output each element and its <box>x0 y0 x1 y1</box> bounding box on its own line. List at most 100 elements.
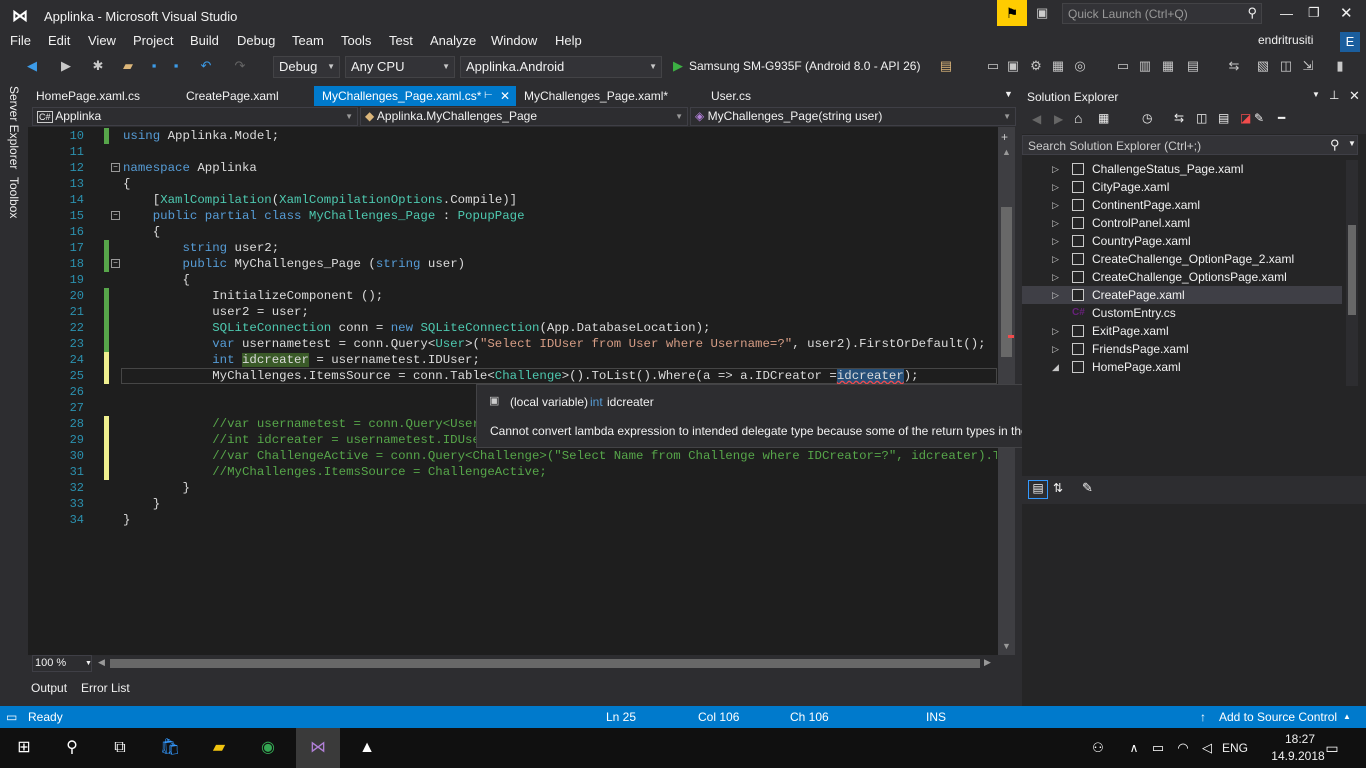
device-manager-icon[interactable]: ▤ <box>938 58 954 74</box>
panel-menu-icon[interactable]: ▼ <box>1312 90 1320 99</box>
code-line-12[interactable]: namespace Applinka <box>123 160 257 176</box>
toolbar-icon-13[interactable]: ⇲ <box>1300 58 1316 74</box>
toolbar-icon-1[interactable]: ▭ <box>985 58 1001 74</box>
feedback-icon[interactable]: ▣ <box>1036 5 1048 21</box>
alphabetical-sort-icon[interactable]: ⇅ <box>1053 481 1063 495</box>
expand-icon[interactable]: ▷ <box>1052 340 1059 358</box>
expand-icon[interactable]: ▷ <box>1052 178 1059 196</box>
collapse-toggle-icon[interactable]: − <box>111 211 120 220</box>
project-nav-select[interactable]: C# Applinka ▼ <box>32 107 358 126</box>
code-line-32[interactable]: } <box>123 480 189 496</box>
solution-search-input[interactable]: Search Solution Explorer (Ctrl+;) ⚲ ▼ <box>1022 135 1358 155</box>
minimize-button[interactable]: — <box>1280 6 1293 21</box>
quick-launch-input[interactable]: Quick Launch (Ctrl+Q) ⚲ <box>1062 3 1262 24</box>
code-line-31[interactable]: //MyChallenges.ItemsSource = ChallengeAc… <box>123 464 547 480</box>
tab-output[interactable]: Output <box>31 681 67 695</box>
close-button[interactable]: ✕ <box>1340 4 1353 22</box>
undo-icon[interactable]: ↶ <box>198 58 214 74</box>
tab-overflow-icon[interactable]: ▼ <box>1004 89 1013 99</box>
home-icon[interactable]: ⌂ <box>1074 110 1082 126</box>
code-line-28[interactable]: //var usernametest = conn.Query<User>( <box>123 416 495 432</box>
new-project-icon[interactable]: ✱ <box>90 58 106 74</box>
startup-project-select[interactable]: Applinka.Android ▼ <box>460 56 662 78</box>
windows-start-icon[interactable]: ⊞ <box>12 736 36 760</box>
tab-error-list[interactable]: Error List <box>81 681 130 695</box>
output-window-icon[interactable]: ▭ <box>6 710 17 724</box>
tree-item-createpage[interactable]: ▷ CreatePage.xaml <box>1022 286 1342 304</box>
tab-createpage-xaml[interactable]: CreatePage.xaml <box>178 86 314 106</box>
code-line-19[interactable]: { <box>123 272 189 288</box>
expand-icon[interactable]: ▷ <box>1052 268 1059 286</box>
split-icon[interactable]: + <box>1001 130 1008 144</box>
code-line-17[interactable]: string user2; <box>123 240 279 256</box>
menu-edit[interactable]: Edit <box>48 33 70 48</box>
tab-homepage-xaml-cs[interactable]: HomePage.xaml.cs <box>28 86 178 106</box>
menu-window[interactable]: Window <box>491 33 537 48</box>
menu-team[interactable]: Team <box>292 33 324 48</box>
task-view-icon[interactable]: ⧉ <box>108 736 132 760</box>
code-line-29[interactable]: //int idcreater = usernametest.IDUser; <box>123 432 495 448</box>
volume-icon[interactable]: ◁ <box>1195 736 1219 760</box>
chrome-icon[interactable]: ◉ <box>256 736 280 760</box>
code-line-30[interactable]: //var ChallengeActive = conn.Query<Chall… <box>123 448 997 464</box>
maximize-button[interactable]: ❐ <box>1308 5 1320 21</box>
show-all-files-icon[interactable]: ▤ <box>1218 111 1229 125</box>
toolbar-icon-4[interactable]: ▦ <box>1050 58 1066 74</box>
menu-file[interactable]: File <box>10 33 31 48</box>
collapse-all-icon[interactable]: ◫ <box>1196 111 1207 125</box>
code-line-25[interactable]: MyChallenges.ItemsSource = conn.Table<Ch… <box>123 368 919 384</box>
tree-item-countrypage[interactable]: ▷ CountryPage.xaml <box>1022 232 1342 250</box>
forward-icon[interactable]: ▶ <box>1054 112 1063 126</box>
expand-icon[interactable]: ▷ <box>1052 214 1059 232</box>
add-to-source-control-button[interactable]: Add to Source Control <box>1219 710 1337 724</box>
toolbar-icon-5[interactable]: ◎ <box>1072 58 1088 74</box>
tree-item-continentpage[interactable]: ▷ ContinentPage.xaml <box>1022 196 1342 214</box>
save-all-icon[interactable]: ▪ <box>168 58 184 74</box>
scroll-up-icon[interactable]: ▲ <box>1002 147 1011 157</box>
tab-server-explorer[interactable]: Server Explorer <box>7 86 21 169</box>
expand-icon[interactable]: ▷ <box>1052 250 1059 268</box>
collapse-toggle-icon[interactable]: − <box>111 259 120 268</box>
back-icon[interactable]: ◀ <box>24 58 40 74</box>
tree-item-citypage[interactable]: ▷ CityPage.xaml <box>1022 178 1342 196</box>
pin-icon[interactable]: ⊥ <box>1329 88 1339 102</box>
people-icon[interactable]: ⚇ <box>1086 736 1110 760</box>
code-line-10[interactable]: using Applinka.Model; <box>123 128 279 144</box>
chevron-up-icon[interactable]: ▲ <box>1343 712 1351 721</box>
member-nav-select[interactable]: ◈ MyChallenges_Page(string user) ▼ <box>690 107 1016 126</box>
collapse-toggle-icon[interactable]: − <box>111 163 120 172</box>
battery-icon[interactable]: ▭ <box>1146 736 1170 760</box>
tree-item-createchallenge-optionspage[interactable]: ▷ CreateChallenge_OptionsPage.xaml <box>1022 268 1342 286</box>
expand-icon[interactable]: ▷ <box>1052 322 1059 340</box>
code-line-33[interactable]: } <box>123 496 160 512</box>
visual-studio-taskbar-icon[interactable]: ⋈ <box>296 728 340 768</box>
toolbar-icon-6[interactable]: ▭ <box>1115 58 1131 74</box>
pin-icon[interactable]: ⊢ <box>484 86 493 106</box>
tree-item-customentry[interactable]: C# CustomEntry.cs <box>1022 304 1342 322</box>
tree-item-exitpage[interactable]: ▷ ExitPage.xaml <box>1022 322 1342 340</box>
close-tab-icon[interactable]: ✕ <box>500 86 510 106</box>
toolbar-icon-3[interactable]: ⚙ <box>1028 58 1044 74</box>
tree-item-homepage[interactable]: ◢ HomePage.xaml <box>1022 358 1342 376</box>
user-avatar[interactable]: E <box>1340 32 1360 52</box>
menu-build[interactable]: Build <box>190 33 219 48</box>
expand-icon[interactable]: ▷ <box>1052 160 1059 178</box>
input-language[interactable]: ENG <box>1222 741 1248 755</box>
redo-icon[interactable]: ↷ <box>232 58 248 74</box>
sync-icon[interactable]: ⇆ <box>1174 111 1184 125</box>
scroll-thumb[interactable] <box>1348 225 1356 315</box>
code-line-18[interactable]: public MyChallenges_Page (string user) <box>123 256 465 272</box>
search-icon[interactable]: ⚲ <box>60 736 84 760</box>
device-target-label[interactable]: Samsung SM-G935F (Android 8.0 - API 26) <box>689 59 920 73</box>
scroll-right-icon[interactable]: ▶ <box>984 657 991 668</box>
toolbar-icon-8[interactable]: ▦ <box>1160 58 1176 74</box>
menu-view[interactable]: View <box>88 33 116 48</box>
expand-icon[interactable]: ▷ <box>1052 286 1059 304</box>
property-pages-icon[interactable]: ✎ <box>1082 480 1093 496</box>
toolbar-icon-11[interactable]: ▧ <box>1255 58 1271 74</box>
class-nav-select[interactable]: ◆ Applinka.MyChallenges_Page ▼ <box>360 107 688 126</box>
toolbar-icon-2[interactable]: ▣ <box>1005 58 1021 74</box>
collapse-icon[interactable]: ◢ <box>1052 358 1059 376</box>
notification-flag-icon[interactable]: ⚑ <box>997 0 1027 26</box>
expand-icon[interactable]: ▷ <box>1052 232 1059 250</box>
